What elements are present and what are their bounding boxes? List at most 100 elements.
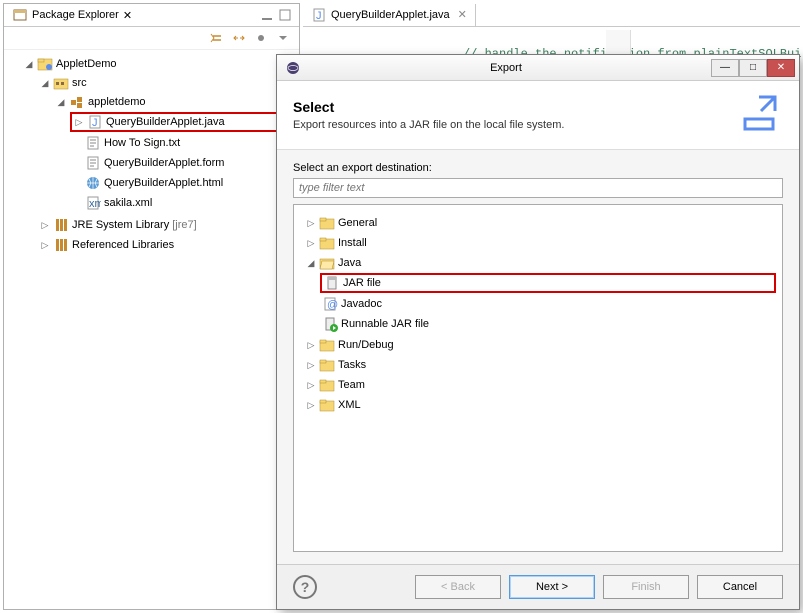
package-explorer-panel: Package Explorer ✕ ◢ AppletDemo bbox=[3, 3, 300, 610]
eclipse-icon bbox=[285, 60, 301, 76]
folder-icon bbox=[319, 337, 335, 353]
folder-icon bbox=[319, 357, 335, 373]
back-button: < Back bbox=[415, 575, 501, 599]
category-label: Team bbox=[338, 379, 365, 391]
category-label: Install bbox=[338, 237, 367, 249]
runnable-jar-icon bbox=[322, 316, 338, 332]
category-java[interactable]: ◢Java bbox=[304, 254, 776, 272]
library-icon bbox=[53, 217, 69, 233]
text-file-icon bbox=[85, 135, 101, 151]
svg-text:xml: xml bbox=[89, 198, 101, 210]
svg-text:@: @ bbox=[327, 299, 338, 311]
editor-tab-bar: J QueryBuilderApplet.java ✕ bbox=[303, 3, 800, 27]
java-file-icon: J bbox=[311, 7, 327, 23]
minimize-icon[interactable] bbox=[259, 7, 275, 23]
package-node[interactable]: ◢ appletdemo bbox=[54, 93, 297, 111]
help-button[interactable]: ? bbox=[293, 575, 317, 599]
package-explorer-tab[interactable]: Package Explorer ✕ bbox=[4, 4, 140, 26]
dialog-header: Select Export resources into a JAR file … bbox=[277, 81, 799, 150]
package-icon bbox=[69, 94, 85, 110]
editor-tab[interactable]: J QueryBuilderApplet.java ✕ bbox=[303, 4, 476, 26]
jre-library-node[interactable]: ▷ JRE System Library [jre7] bbox=[38, 216, 297, 234]
expander-icon[interactable]: ▷ bbox=[40, 240, 50, 250]
text-file-node[interactable]: How To Sign.txt bbox=[70, 134, 297, 152]
maximize-icon[interactable] bbox=[277, 7, 293, 23]
export-option-runnable-jar[interactable]: Runnable JAR file bbox=[320, 315, 776, 333]
maximize-button[interactable]: □ bbox=[739, 59, 767, 77]
close-icon[interactable]: ✕ bbox=[458, 8, 467, 21]
category-rundebug[interactable]: ▷Run/Debug bbox=[304, 336, 776, 354]
finish-button: Finish bbox=[603, 575, 689, 599]
destination-tree[interactable]: ▷General ▷Install ◢Java JAR file @Javado… bbox=[293, 204, 783, 552]
file-label: QueryBuilderApplet.form bbox=[104, 157, 224, 169]
package-label: appletdemo bbox=[88, 96, 146, 108]
next-button[interactable]: Next > bbox=[509, 575, 595, 599]
category-team[interactable]: ▷Team bbox=[304, 376, 776, 394]
folder-open-icon bbox=[319, 255, 335, 271]
src-folder-node[interactable]: ◢ src bbox=[38, 74, 297, 92]
dialog-title-bar: Export — □ ✕ bbox=[277, 55, 799, 81]
export-option-javadoc[interactable]: @Javadoc bbox=[320, 295, 776, 313]
html-file-node[interactable]: QueryBuilderApplet.html bbox=[70, 174, 297, 192]
expander-icon[interactable]: ◢ bbox=[24, 59, 34, 69]
java-file-icon: J bbox=[87, 114, 103, 130]
export-dialog: Export — □ ✕ Select Export resources int… bbox=[276, 54, 800, 610]
editor-tab-label: QueryBuilderApplet.java bbox=[331, 9, 450, 21]
html-file-icon bbox=[85, 175, 101, 191]
category-tasks[interactable]: ▷Tasks bbox=[304, 356, 776, 374]
folder-icon bbox=[319, 397, 335, 413]
filter-input[interactable] bbox=[293, 178, 783, 198]
category-label: XML bbox=[338, 399, 361, 411]
file-label: sakila.xml bbox=[104, 197, 152, 209]
dialog-subheading: Export resources into a JAR file on the … bbox=[293, 119, 564, 131]
package-explorer-header: Package Explorer ✕ bbox=[4, 4, 299, 27]
export-icon bbox=[735, 91, 783, 139]
java-file-node-highlighted[interactable]: ▷ J QueryBuilderApplet.java bbox=[70, 112, 297, 132]
folder-icon bbox=[319, 235, 335, 251]
destination-label: Select an export destination: bbox=[293, 162, 783, 174]
option-label: JAR file bbox=[343, 277, 381, 289]
focus-icon[interactable] bbox=[253, 30, 269, 46]
link-editor-icon[interactable] bbox=[231, 30, 247, 46]
file-icon bbox=[85, 155, 101, 171]
dialog-title: Export bbox=[301, 62, 711, 74]
expander-icon[interactable]: ◢ bbox=[56, 97, 66, 107]
view-menu-icon[interactable] bbox=[275, 30, 291, 46]
jar-file-icon bbox=[324, 275, 340, 291]
collapse-all-icon[interactable] bbox=[209, 30, 225, 46]
category-general[interactable]: ▷General bbox=[304, 214, 776, 232]
src-label: src bbox=[72, 77, 87, 89]
close-icon[interactable]: ✕ bbox=[123, 9, 132, 22]
dialog-heading: Select bbox=[293, 99, 564, 115]
category-xml[interactable]: ▷XML bbox=[304, 396, 776, 414]
project-node[interactable]: ◢ AppletDemo bbox=[22, 55, 297, 73]
cancel-button[interactable]: Cancel bbox=[697, 575, 783, 599]
package-folder-icon bbox=[53, 75, 69, 91]
package-explorer-icon bbox=[12, 7, 28, 23]
svg-text:J: J bbox=[316, 10, 322, 22]
minimize-button[interactable]: — bbox=[711, 59, 739, 77]
project-label: AppletDemo bbox=[56, 58, 117, 70]
category-install[interactable]: ▷Install bbox=[304, 234, 776, 252]
expander-icon[interactable]: ◢ bbox=[40, 78, 50, 88]
expander-icon[interactable]: ▷ bbox=[74, 117, 84, 127]
svg-text:J: J bbox=[92, 117, 98, 129]
folder-icon bbox=[319, 377, 335, 393]
folder-icon bbox=[319, 215, 335, 231]
dialog-body: Select an export destination: ▷General ▷… bbox=[277, 150, 799, 564]
panel-actions bbox=[253, 5, 299, 25]
library-icon bbox=[53, 237, 69, 253]
xml-file-node[interactable]: xmlsakila.xml bbox=[70, 194, 297, 212]
jre-label: JRE System Library bbox=[72, 219, 169, 231]
export-option-jar-highlighted[interactable]: JAR file bbox=[320, 273, 776, 293]
package-explorer-title: Package Explorer bbox=[32, 9, 119, 21]
referenced-libraries-node[interactable]: ▷ Referenced Libraries bbox=[38, 236, 297, 254]
form-file-node[interactable]: QueryBuilderApplet.form bbox=[70, 154, 297, 172]
expander-icon[interactable]: ▷ bbox=[40, 220, 50, 230]
package-explorer-toolbar bbox=[4, 27, 299, 50]
close-button[interactable]: ✕ bbox=[767, 59, 795, 77]
option-label: Javadoc bbox=[341, 298, 382, 310]
javadoc-icon: @ bbox=[322, 296, 338, 312]
file-label: QueryBuilderApplet.html bbox=[104, 177, 223, 189]
category-label: Tasks bbox=[338, 359, 366, 371]
